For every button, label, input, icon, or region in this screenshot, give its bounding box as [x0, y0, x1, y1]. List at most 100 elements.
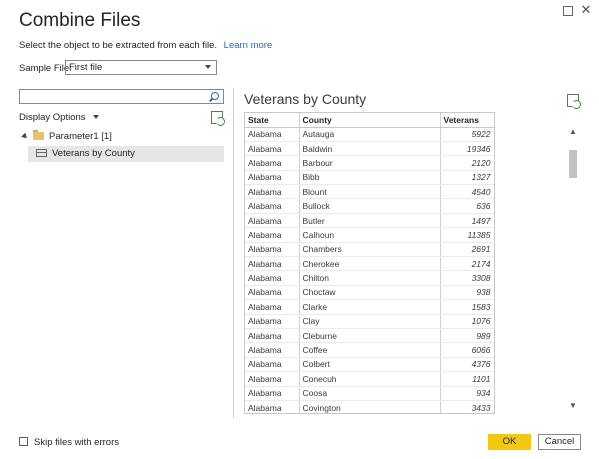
chevron-down-icon [93, 115, 100, 120]
expand-triangle-icon[interactable] [21, 132, 29, 141]
scroll-up-icon[interactable]: ▲ [569, 128, 577, 136]
table-cell: 3308 [440, 270, 494, 286]
table-icon [36, 149, 47, 158]
table-cell: 938 [440, 285, 494, 301]
table-row: Alabama Cleburne 989 [245, 328, 494, 344]
pane-divider [233, 88, 234, 418]
table-row: Alabama Autauga 5922 [245, 127, 494, 142]
column-header[interactable]: State [245, 113, 300, 128]
table-cell: 1076 [440, 314, 494, 329]
table-cell: 4540 [440, 184, 494, 200]
column-header[interactable]: County [299, 113, 441, 128]
table-cell: Cleburne [299, 328, 441, 344]
scrollbar-thumb[interactable] [569, 150, 577, 178]
table-cell: Alabama [245, 270, 300, 286]
search-icon[interactable] [211, 92, 219, 100]
table-cell: Alabama [245, 299, 300, 315]
table-cell: Calhoun [299, 227, 441, 243]
table-cell: Alabama [245, 285, 300, 301]
table-cell: Alabama [245, 170, 300, 186]
maximize-icon[interactable] [560, 3, 574, 17]
table-cell: 2174 [440, 256, 494, 272]
table-row: Alabama Blount 4540 [245, 184, 494, 200]
table-cell: 4376 [440, 357, 494, 373]
table-cell: Alabama [245, 242, 300, 258]
table-cell: Coosa [299, 386, 441, 401]
chevron-down-icon [205, 65, 211, 69]
vertical-scrollbar[interactable]: ▲ ▼ [567, 128, 579, 410]
table-cell: Alabama [245, 155, 300, 171]
ok-button[interactable]: OK [488, 434, 531, 450]
table-cell: Baldwin [299, 141, 441, 157]
refresh-icon[interactable] [211, 111, 225, 126]
table-row: Alabama Choctaw 938 [245, 285, 494, 301]
skip-errors-checkbox[interactable] [19, 437, 28, 446]
table-row: Alabama Covington 3433 [245, 400, 494, 413]
table-body: Alabama Autauga 5922 Alabama Baldwin 19346 Ala… [245, 127, 494, 413]
table-cell: Choctaw [299, 285, 441, 301]
learn-more-link[interactable]: Learn more [224, 40, 273, 51]
table-cell: Alabama [245, 371, 300, 387]
table-cell: 1101 [440, 371, 494, 387]
table-cell: Alabama [245, 227, 300, 243]
table-row: Alabama Clarke 1583 [245, 299, 494, 315]
table-cell: 934 [440, 386, 494, 401]
table-cell: Coffee [299, 342, 441, 358]
table-cell: Alabama [245, 342, 300, 358]
display-options-label: Display Options [19, 112, 86, 123]
table-cell: 19346 [440, 141, 494, 157]
column-header[interactable]: Veterans [440, 113, 494, 128]
table-cell: 1583 [440, 299, 494, 315]
table-cell: Autauga [299, 127, 441, 142]
folder-icon [33, 130, 44, 141]
table-row: Alabama Chilton 3308 [245, 270, 494, 286]
table-row: Alabama Cherokee 2174 [245, 256, 494, 272]
sample-file-dropdown[interactable]: First file [65, 60, 217, 75]
table-cell: Clay [299, 314, 441, 329]
table-cell: Conecuh [299, 371, 441, 387]
table-row: Alabama Barbour 2120 [245, 155, 494, 171]
refresh-icon[interactable] [567, 94, 581, 109]
table-cell: Colbert [299, 357, 441, 373]
skip-errors-label: Skip files with errors [34, 437, 119, 448]
table-cell: 2120 [440, 155, 494, 171]
table-cell: Chambers [299, 242, 441, 258]
table-cell: Alabama [245, 127, 300, 142]
dialog-subtitle: Select the object to be extracted from e… [19, 40, 272, 51]
table-cell: 3433 [440, 400, 494, 413]
tree-item-veterans-by-county[interactable]: Veterans by County [28, 146, 224, 162]
cancel-button[interactable]: Cancel [538, 434, 581, 450]
table-row: Alabama Chambers 2691 [245, 242, 494, 258]
table-cell: Alabama [245, 141, 300, 157]
table-row: Alabama Bibb 1327 [245, 170, 494, 186]
table-row: Alabama Coffee 6066 [245, 342, 494, 358]
table-cell: Cherokee [299, 256, 441, 272]
dialog-title: Combine Files [19, 10, 141, 31]
sample-file-label: Sample File: [19, 63, 72, 74]
table-cell: Covington [299, 400, 441, 413]
tree-folder-parameter1[interactable]: Parameter1 [1] [21, 130, 112, 144]
table-header-row: State County Veterans [245, 113, 494, 128]
table-cell: Alabama [245, 328, 300, 344]
preview-title: Veterans by County [244, 91, 367, 107]
tree-item-label: Veterans by County [52, 148, 135, 159]
table-cell: Bullock [299, 198, 441, 214]
skip-errors-option[interactable]: Skip files with errors [19, 437, 119, 448]
table-row: Alabama Calhoun 11385 [245, 227, 494, 243]
table-row: Alabama Clay 1076 [245, 314, 494, 329]
table-row: Alabama Colbert 4376 [245, 357, 494, 373]
display-options-menu[interactable]: Display Options [19, 112, 100, 123]
table-cell: 6066 [440, 342, 494, 358]
table-cell: 989 [440, 328, 494, 344]
table-cell: 1497 [440, 213, 494, 229]
close-icon[interactable]: ✕ [579, 3, 593, 17]
table-cell: Alabama [245, 357, 300, 373]
table-cell: 5922 [440, 127, 494, 142]
scroll-down-icon[interactable]: ▼ [569, 402, 577, 410]
search-input[interactable] [19, 89, 224, 104]
table-row: Alabama Butler 1497 [245, 213, 494, 229]
table-cell: Alabama [245, 386, 300, 401]
table-cell: Clarke [299, 299, 441, 315]
table-cell: Alabama [245, 213, 300, 229]
table-cell: Bibb [299, 170, 441, 186]
